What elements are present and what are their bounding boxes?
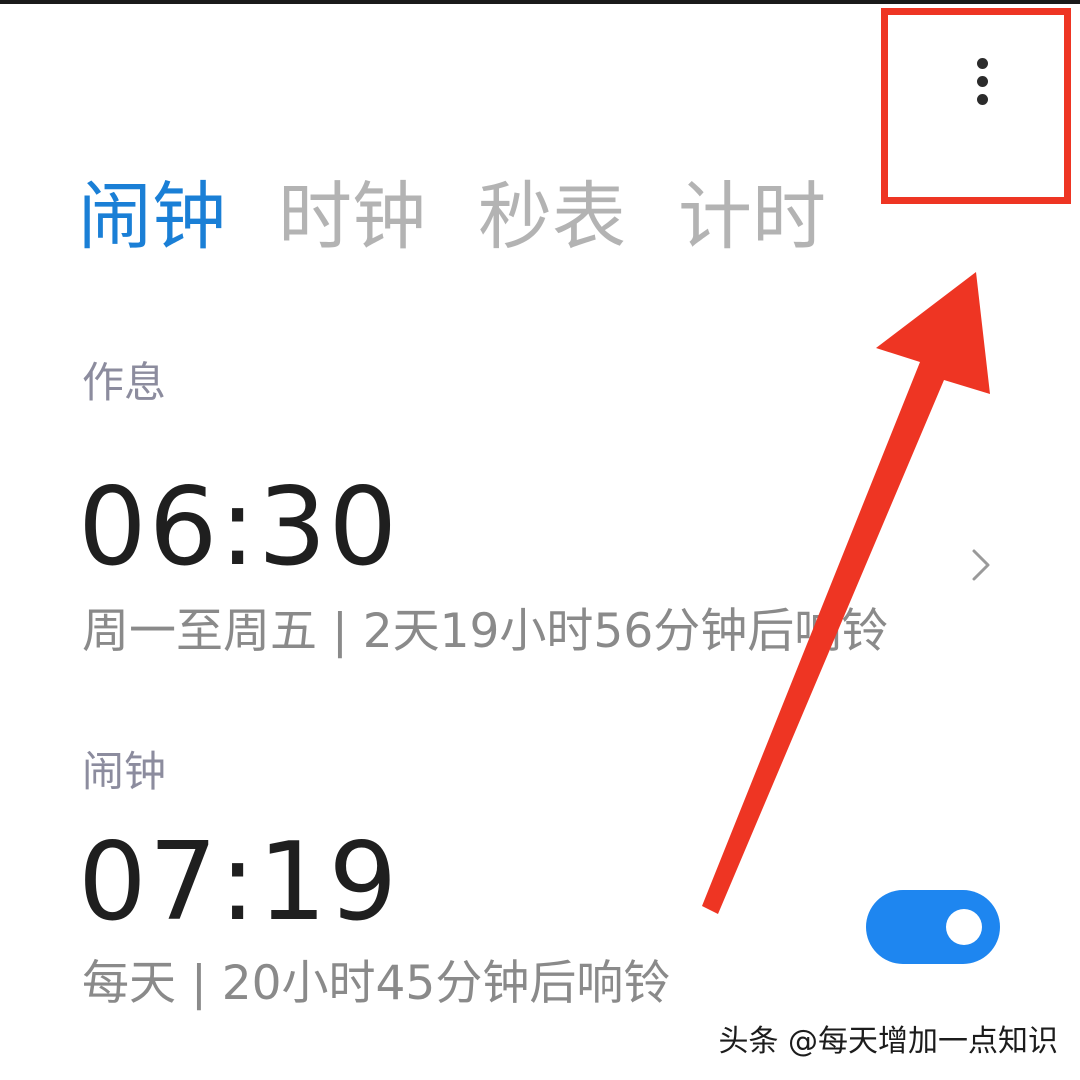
toggle-knob (946, 909, 982, 945)
alarm-toggle-switch[interactable] (866, 890, 1000, 964)
clock-app-screen: 闹钟 时钟 秒表 计时 作息 06:30 周一至周五 | 2天19小时56分钟后… (0, 0, 1080, 1080)
watermark-text: 头条 @每天增加一点知识 (718, 1024, 1058, 1059)
chevron-right-icon[interactable] (966, 545, 996, 585)
alarm-time-schedule[interactable]: 06:30 (78, 468, 399, 588)
tab-stopwatch[interactable]: 秒表 (478, 172, 626, 262)
alarm-time-daily[interactable]: 07:19 (78, 823, 399, 943)
tab-alarm[interactable]: 闹钟 (78, 172, 226, 262)
tab-clock[interactable]: 时钟 (278, 172, 426, 262)
section-label-alarm: 闹钟 (82, 747, 167, 796)
section-label-schedule: 作息 (82, 358, 167, 407)
alarm-description-daily: 每天 | 20小时45分钟后响铃 (82, 956, 671, 1011)
top-edge-bar (0, 0, 1080, 4)
tab-timer[interactable]: 计时 (678, 172, 826, 262)
highlight-box-annotation (881, 8, 1071, 204)
alarm-description-schedule: 周一至周五 | 2天19小时56分钟后响铃 (82, 604, 889, 659)
